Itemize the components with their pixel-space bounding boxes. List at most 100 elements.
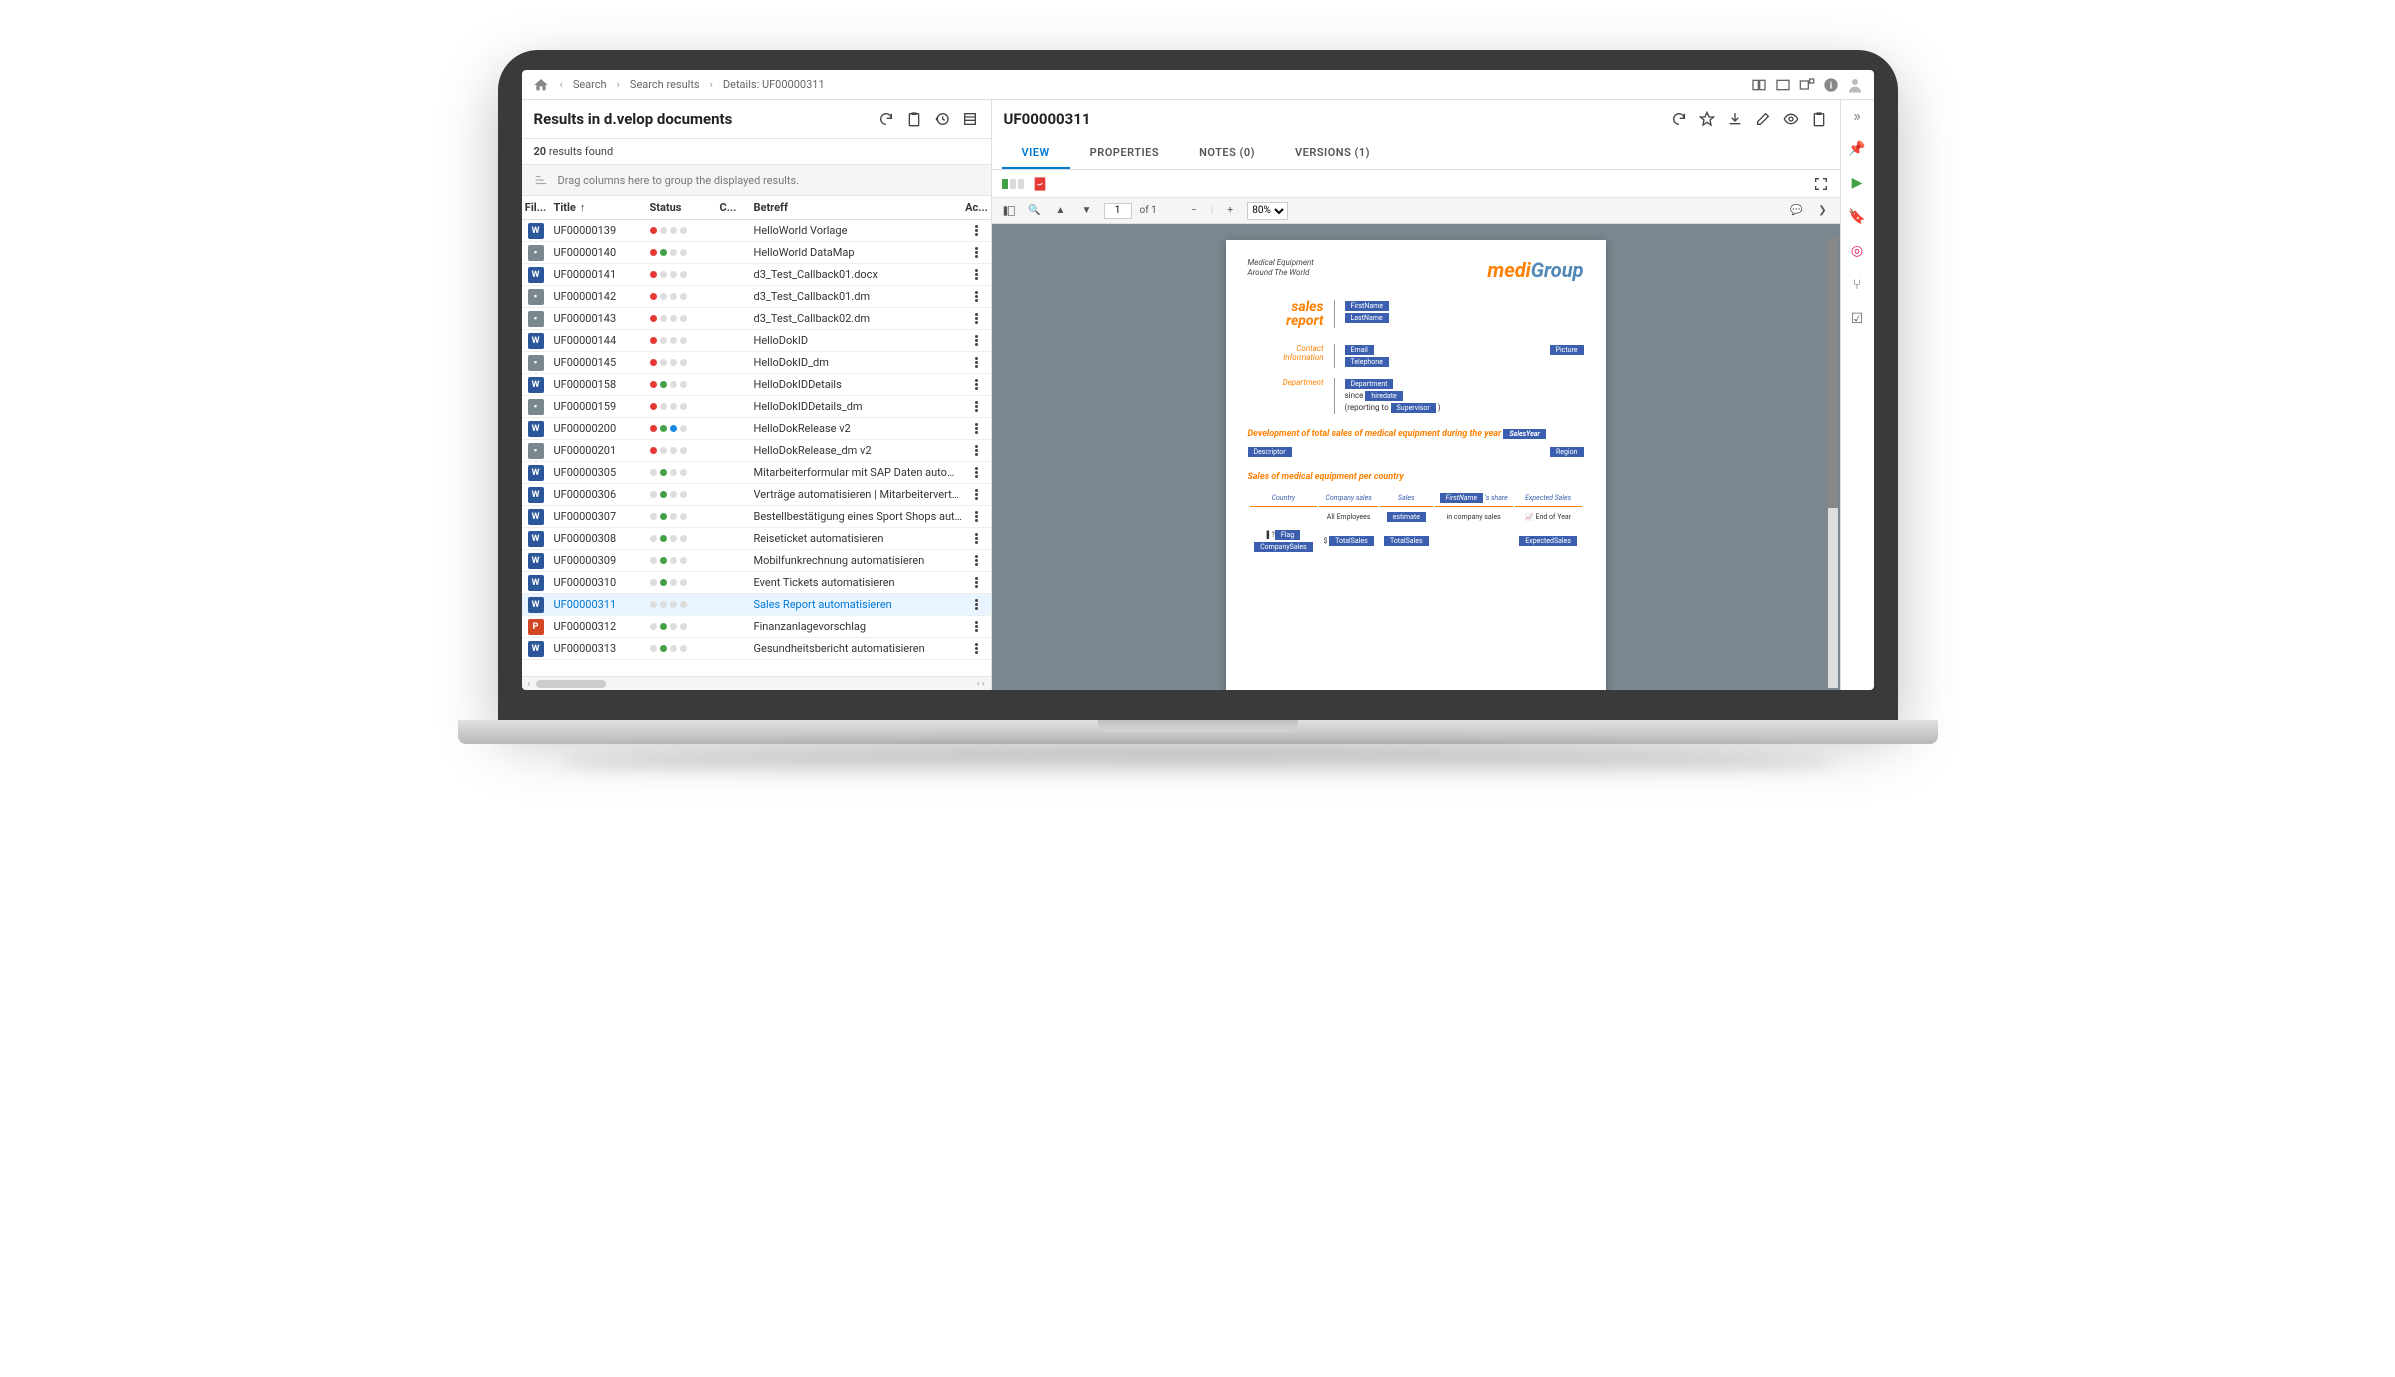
zoom-in-icon[interactable]: + (1221, 202, 1239, 220)
table-row[interactable]: WUF00000144HelloDokID (522, 330, 991, 352)
drawer-play-icon[interactable]: ▶ (1847, 173, 1867, 193)
row-kebab-icon[interactable] (975, 401, 978, 412)
next-page-icon[interactable]: ▼ (1078, 202, 1096, 220)
table-row[interactable]: ▪UF00000145HelloDokID_dm (522, 352, 991, 374)
row-kebab-icon[interactable] (975, 445, 978, 456)
sidebar-toggle-icon[interactable] (1000, 202, 1018, 220)
table-row[interactable]: WUF00000306Verträge automatisieren | Mit… (522, 484, 991, 506)
home-icon[interactable] (532, 76, 550, 94)
page-input[interactable] (1104, 203, 1132, 219)
row-kebab-icon[interactable] (975, 533, 978, 544)
row-kebab-icon[interactable] (975, 489, 978, 500)
collapse-drawer-icon[interactable]: » (1853, 106, 1861, 125)
table-row[interactable]: WUF00000158HelloDokIDDetails (522, 374, 991, 396)
clipboard-icon[interactable] (905, 110, 923, 128)
vscroll[interactable] (1828, 238, 1838, 688)
detail-panel: UF00000311 VIEW PROPERTIES NOTES (0) VER… (992, 100, 1840, 690)
table-row[interactable]: ▪UF00000159HelloDokIDDetails_dm (522, 396, 991, 418)
table-row[interactable]: WUF00000141d3_Test_Callback01.docx (522, 264, 991, 286)
crumb-details[interactable]: Details: UF00000311 (723, 78, 825, 91)
table-row[interactable]: WUF00000309Mobilfunkrechnung automatisie… (522, 550, 991, 572)
row-subject: Finanzanlagevorschlag (750, 620, 963, 633)
drawer-bookmark-icon[interactable]: 🔖 (1847, 207, 1867, 227)
col-file: Fil... (522, 201, 550, 214)
prev-page-icon[interactable]: ▲ (1052, 202, 1070, 220)
tab-properties[interactable]: PROPERTIES (1070, 138, 1179, 169)
sales-table: CountryCompany salesSalesFirstName 's sh… (1248, 488, 1584, 557)
document-id: UF00000311 (1004, 110, 1091, 128)
row-id: UF00000305 (550, 466, 650, 479)
row-id: UF00000313 (550, 642, 650, 655)
table-row[interactable]: WUF00000310Event Tickets automatisieren (522, 572, 991, 594)
row-kebab-icon[interactable] (975, 555, 978, 566)
row-kebab-icon[interactable] (975, 577, 978, 588)
back-chevron[interactable]: ‹ (560, 78, 563, 91)
row-kebab-icon[interactable] (975, 335, 978, 346)
row-subject: Mitarbeiterformular mit SAP Daten automa… (750, 466, 963, 479)
clipboard2-icon[interactable] (1810, 110, 1828, 128)
row-kebab-icon[interactable] (975, 599, 978, 610)
row-kebab-icon[interactable] (975, 291, 978, 302)
row-kebab-icon[interactable] (975, 313, 978, 324)
row-kebab-icon[interactable] (975, 423, 978, 434)
group-hint[interactable]: Drag columns here to group the displayed… (522, 165, 991, 196)
table-row[interactable]: WUF00000311Sales Report automatisieren (522, 594, 991, 616)
file-type-icon: ▪ (528, 311, 544, 327)
table-row[interactable]: WUF00000308Reiseticket automatisieren (522, 528, 991, 550)
row-kebab-icon[interactable] (975, 379, 978, 390)
hscroll[interactable]: ‹‹ › (522, 676, 991, 690)
table-row[interactable]: PUF00000312Finanzanlagevorschlag (522, 616, 991, 638)
info-icon[interactable]: i (1822, 76, 1840, 94)
row-kebab-icon[interactable] (975, 621, 978, 632)
user-icon[interactable] (1846, 76, 1864, 94)
tab-versions[interactable]: VERSIONS (1) (1275, 138, 1390, 169)
table-row[interactable]: WUF00000313Gesundheitsbericht automatisi… (522, 638, 991, 660)
comment-icon[interactable]: 💬 (1788, 202, 1806, 220)
drawer-pin-icon[interactable]: 📌 (1847, 139, 1867, 159)
eye-icon[interactable] (1782, 110, 1800, 128)
edit-icon[interactable] (1754, 110, 1772, 128)
crumb-search[interactable]: Search (573, 78, 607, 91)
layout2-icon[interactable] (1774, 76, 1792, 94)
row-kebab-icon[interactable] (975, 511, 978, 522)
table-row[interactable]: WUF00000200HelloDokRelease v2 (522, 418, 991, 440)
table-row[interactable]: ▪UF00000140HelloWorld DataMap (522, 242, 991, 264)
row-kebab-icon[interactable] (975, 467, 978, 478)
row-kebab-icon[interactable] (975, 269, 978, 280)
row-kebab-icon[interactable] (975, 225, 978, 236)
row-id: UF00000306 (550, 488, 650, 501)
fullscreen-icon[interactable] (1812, 175, 1830, 193)
table-row[interactable]: ▪UF00000142d3_Test_Callback01.dm (522, 286, 991, 308)
refresh-icon[interactable] (877, 110, 895, 128)
tools-icon[interactable]: ❯ (1814, 202, 1832, 220)
tab-view[interactable]: VIEW (1002, 138, 1070, 169)
crumb-results[interactable]: Search results (630, 78, 700, 91)
refresh-doc-icon[interactable] (1670, 110, 1688, 128)
file-type-icon: W (528, 575, 544, 591)
drawer-branch-icon[interactable]: ⑂ (1847, 275, 1867, 295)
drawer-checklist-icon[interactable]: ☑ (1847, 309, 1867, 329)
zoom-out-icon[interactable]: − (1185, 202, 1203, 220)
table-row[interactable]: WUF00000305Mitarbeiterformular mit SAP D… (522, 462, 991, 484)
row-kebab-icon[interactable] (975, 643, 978, 654)
table-row[interactable]: WUF00000139HelloWorld Vorlage (522, 220, 991, 242)
row-kebab-icon[interactable] (975, 357, 978, 368)
layout3-icon[interactable] (1798, 76, 1816, 94)
layout1-icon[interactable] (1750, 76, 1768, 94)
history-icon[interactable] (933, 110, 951, 128)
table-row[interactable]: ▪UF00000201HelloDokRelease_dm v2 (522, 440, 991, 462)
list-icon[interactable] (961, 110, 979, 128)
svg-text:i: i (1829, 80, 1831, 91)
zoom-select[interactable]: 80% (1247, 202, 1288, 220)
download-icon[interactable] (1726, 110, 1744, 128)
row-kebab-icon[interactable] (975, 247, 978, 258)
star-icon[interactable] (1698, 110, 1716, 128)
tab-notes[interactable]: NOTES (0) (1179, 138, 1275, 169)
column-headers[interactable]: Fil... Title↑ Status C... Betreff Ac... (522, 196, 991, 220)
pdf-toolbar: 🔍 ▲ ▼ of 1 − | + 80% 💬 ❯ (992, 198, 1840, 224)
drawer-target-icon[interactable]: ◎ (1847, 241, 1867, 261)
preview-area[interactable]: Medical EquipmentAround The World mediGr… (992, 224, 1840, 690)
find-icon[interactable]: 🔍 (1026, 202, 1044, 220)
table-row[interactable]: ▪UF00000143d3_Test_Callback02.dm (522, 308, 991, 330)
table-row[interactable]: WUF00000307Bestellbestätigung eines Spor… (522, 506, 991, 528)
